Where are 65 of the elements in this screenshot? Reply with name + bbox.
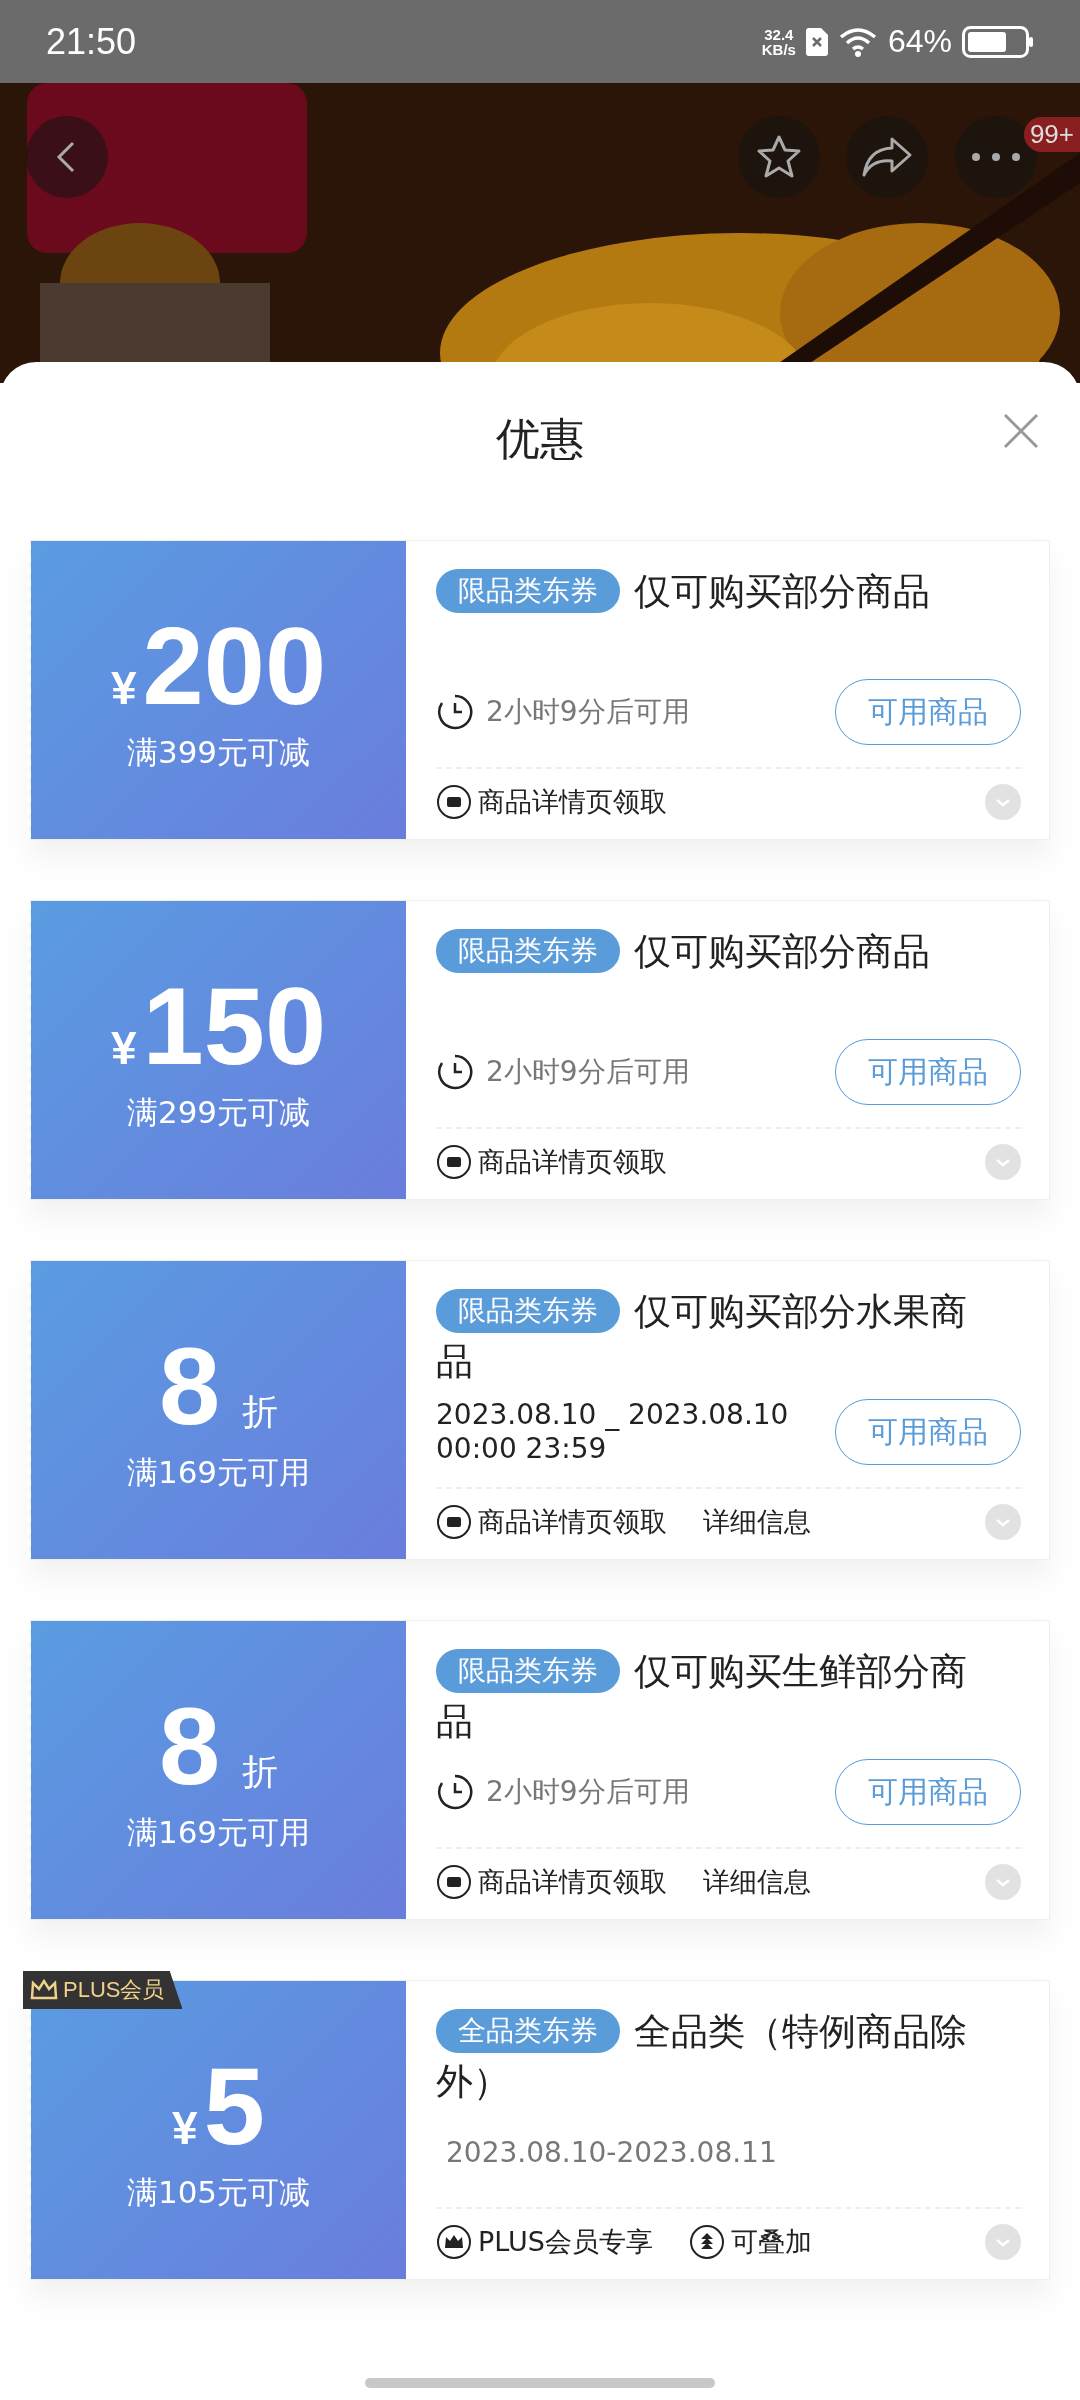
coupon-title: 限品类东券 仅可购买部分商品 bbox=[436, 567, 1021, 667]
expand-icon[interactable] bbox=[985, 784, 1021, 820]
discount-unit: 折 bbox=[242, 1390, 279, 1434]
clock-icon bbox=[436, 1053, 474, 1091]
currency-sign: ¥ bbox=[172, 2101, 198, 2155]
coupon-condition: 满169元可用 bbox=[126, 1813, 311, 1852]
validity-date: 00:00 23:59 bbox=[436, 1432, 607, 1466]
coupon-amount: 200 bbox=[142, 606, 327, 726]
crown-icon bbox=[436, 2224, 472, 2260]
coupon-note: 商品详情页领取 bbox=[478, 1505, 667, 1539]
coupon-title: 限品类东券 仅可购买部分商品 bbox=[436, 927, 1021, 1027]
countdown-text: 2小时9分后可用 bbox=[486, 1774, 690, 1810]
available-products-button[interactable]: 可用商品 bbox=[835, 1759, 1021, 1825]
wifi-icon bbox=[837, 26, 878, 57]
plus-badge: PLUS会员 bbox=[23, 1971, 183, 2009]
coupon-title: 全品类东券 全品类（特例商品除外） bbox=[436, 2008, 968, 2105]
ticket-icon bbox=[436, 1864, 472, 1900]
available-products-button[interactable]: 可用商品 bbox=[835, 1399, 1021, 1465]
notification-badge: 99+ bbox=[1023, 117, 1080, 152]
expand-icon[interactable] bbox=[985, 1504, 1021, 1540]
available-products-button[interactable]: 可用商品 bbox=[835, 1039, 1021, 1105]
expand-icon[interactable] bbox=[985, 1864, 1021, 1900]
clock-icon bbox=[436, 693, 474, 731]
expand-icon[interactable] bbox=[985, 1144, 1021, 1180]
coupon-condition: 满399元可减 bbox=[126, 733, 311, 772]
coupon-amount: 8 bbox=[158, 1686, 221, 1806]
validity-date: 2023.08.10 _ 2023.08.10 bbox=[436, 1398, 789, 1432]
ticket-icon bbox=[436, 784, 472, 820]
coupon-note: 商品详情页领取 bbox=[478, 785, 667, 819]
discount-unit: 折 bbox=[242, 1750, 279, 1794]
status-time: 21:50 bbox=[46, 20, 138, 63]
coupon-amount: 150 bbox=[142, 966, 327, 1086]
coupon-note: PLUS会员专享 bbox=[478, 2225, 653, 2259]
coupon-title: 限品类东券 仅可购买部分水果商品 bbox=[436, 1288, 968, 1385]
countdown-text: 2小时9分后可用 bbox=[486, 1054, 690, 1090]
coupon-condition: 满169元可用 bbox=[126, 1453, 311, 1492]
home-indicator[interactable] bbox=[365, 2378, 715, 2388]
more-icon bbox=[971, 152, 1021, 162]
currency-sign: ¥ bbox=[110, 1021, 137, 1075]
battery-level: 64% bbox=[887, 23, 952, 60]
currency-sign: ¥ bbox=[110, 661, 137, 715]
countdown-text: 2小时9分后可用 bbox=[486, 694, 690, 730]
coupon-note: 商品详情页领取 bbox=[478, 1145, 667, 1179]
stack-icon bbox=[688, 2224, 725, 2260]
expand-icon[interactable] bbox=[985, 2224, 1021, 2260]
clock-icon bbox=[436, 1773, 474, 1811]
coupon-title: 限品类东券 仅可购买生鲜部分商品 bbox=[436, 1648, 968, 1745]
details-link[interactable]: 详细信息 bbox=[703, 1864, 811, 1900]
available-products-button[interactable]: 可用商品 bbox=[835, 679, 1021, 745]
ticket-icon bbox=[436, 1144, 472, 1180]
ticket-icon bbox=[436, 1504, 472, 1540]
coupon-amount: 8 bbox=[158, 1326, 221, 1446]
share-icon bbox=[860, 135, 914, 179]
details-link[interactable]: 详细信息 bbox=[703, 1504, 811, 1540]
coupon-condition: 满299元可减 bbox=[126, 1093, 311, 1132]
network-speed: 32.4 KB/s bbox=[761, 26, 796, 57]
coupon-note: 可叠加 bbox=[730, 2225, 812, 2259]
battery-icon bbox=[962, 25, 1034, 58]
coupon-condition: 满105元可减 bbox=[126, 2173, 311, 2212]
coupon-amount: 5 bbox=[203, 2046, 265, 2166]
sim-icon bbox=[805, 27, 828, 56]
sheet-title: 优惠 bbox=[496, 412, 584, 466]
validity-date: 2023.08.10-2023.08.11 bbox=[446, 2135, 777, 2169]
coupon-note: 商品详情页领取 bbox=[478, 1865, 667, 1899]
close-icon[interactable] bbox=[1002, 412, 1040, 450]
